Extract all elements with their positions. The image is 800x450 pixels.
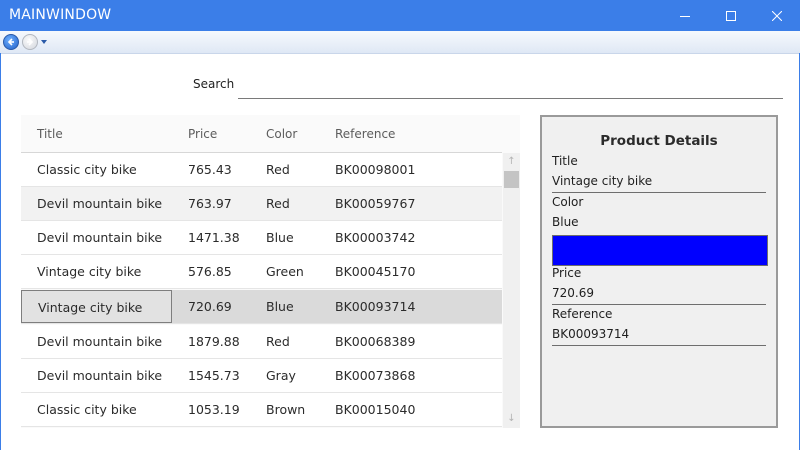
- cell-price: 1053.19: [188, 402, 240, 417]
- table-row-selected[interactable]: Vintage city bike 720.69 Blue BK00093714: [21, 290, 502, 324]
- window-titlebar[interactable]: MAINWINDOW: [0, 0, 800, 31]
- cell-color: Red: [266, 162, 290, 177]
- maximize-icon: [726, 10, 736, 21]
- cell-price: 1879.88: [188, 334, 240, 349]
- window-title: MAINWINDOW: [9, 7, 112, 23]
- back-button[interactable]: [3, 34, 19, 50]
- grid-header: Title Price Color Reference: [21, 115, 502, 153]
- cell-color: Green: [266, 264, 304, 279]
- grid-vertical-scrollbar[interactable]: ↑ ↓: [503, 153, 520, 428]
- details-title-value[interactable]: Vintage city bike: [552, 171, 766, 193]
- details-title-label: Title: [552, 154, 578, 168]
- scroll-thumb[interactable]: [504, 171, 519, 188]
- window-border-left: [0, 53, 1, 450]
- close-button[interactable]: [754, 0, 800, 31]
- cell-title: Devil mountain bike: [37, 230, 163, 245]
- cell-color: Red: [266, 334, 290, 349]
- back-arrow-icon: [7, 38, 14, 46]
- cell-color: Brown: [266, 402, 306, 417]
- cell-reference: BK00059767: [335, 196, 416, 211]
- cell-title: Devil mountain bike: [37, 334, 163, 349]
- column-header-color[interactable]: Color: [266, 127, 297, 141]
- details-color-label: Color: [552, 195, 584, 209]
- column-header-price[interactable]: Price: [188, 127, 217, 141]
- cell-title: Devil mountain bike: [37, 196, 163, 211]
- details-price-value[interactable]: 720.69: [552, 283, 766, 305]
- cell-title: Vintage city bike: [21, 290, 172, 323]
- table-row[interactable]: Devil mountain bike 1879.88 Red BK000683…: [21, 325, 502, 359]
- table-row[interactable]: Classic city bike 1053.19 Brown BK000150…: [21, 393, 502, 427]
- cell-reference: BK00015040: [335, 402, 416, 417]
- cell-price: 1545.73: [188, 368, 240, 383]
- cell-price: 720.69: [188, 299, 232, 314]
- search-label: Search: [193, 77, 235, 91]
- close-icon: [772, 10, 782, 21]
- forward-button[interactable]: [22, 34, 38, 50]
- details-reference-label: Reference: [552, 307, 613, 321]
- cell-reference: BK00093714: [335, 299, 416, 314]
- cell-reference: BK00098001: [335, 162, 416, 177]
- cell-price: 765.43: [188, 162, 232, 177]
- cell-color: Red: [266, 196, 290, 211]
- details-price-label: Price: [552, 266, 582, 280]
- cell-price: 1471.38: [188, 230, 240, 245]
- column-header-title[interactable]: Title: [37, 127, 63, 141]
- cell-title: Classic city bike: [37, 402, 137, 417]
- minimize-icon: [680, 15, 690, 17]
- cell-color: Blue: [266, 230, 294, 245]
- cell-color: Gray: [266, 368, 296, 383]
- table-row[interactable]: Devil mountain bike 1471.38 Blue BK00003…: [21, 221, 502, 255]
- search-input[interactable]: [238, 73, 783, 99]
- details-reference-value[interactable]: BK00093714: [552, 324, 766, 346]
- forward-arrow-icon: [27, 38, 34, 46]
- minimize-button[interactable]: [662, 0, 708, 31]
- details-heading: Product Details: [600, 133, 718, 149]
- cell-title: Vintage city bike: [37, 264, 142, 279]
- cell-price: 576.85: [188, 264, 232, 279]
- table-row[interactable]: Devil mountain bike 1545.73 Gray BK00073…: [21, 359, 502, 393]
- cell-price: 763.97: [188, 196, 232, 211]
- table-row[interactable]: Devil mountain bike 763.97 Red BK0005976…: [21, 187, 502, 221]
- cell-reference: BK00068389: [335, 334, 416, 349]
- scroll-down-icon[interactable]: ↓: [503, 410, 520, 427]
- cell-reference: BK00045170: [335, 264, 416, 279]
- chevron-down-icon[interactable]: [41, 40, 47, 44]
- column-header-reference[interactable]: Reference: [335, 127, 395, 141]
- cell-title: Classic city bike: [37, 162, 137, 177]
- navigation-bar: [0, 31, 800, 54]
- cell-reference: BK00073868: [335, 368, 416, 383]
- product-grid[interactable]: Title Price Color Reference Classic city…: [21, 115, 520, 428]
- table-row[interactable]: Vintage city bike 576.85 Green BK0004517…: [21, 255, 502, 289]
- cell-reference: BK00003742: [335, 230, 416, 245]
- details-color-value[interactable]: Blue: [552, 212, 766, 234]
- color-swatch: [552, 235, 768, 266]
- cell-color: Blue: [266, 299, 294, 314]
- cell-title: Devil mountain bike: [37, 368, 163, 383]
- maximize-button[interactable]: [708, 0, 754, 31]
- scroll-up-icon[interactable]: ↑: [503, 153, 520, 170]
- table-row[interactable]: Classic city bike 765.43 Red BK00098001: [21, 153, 502, 187]
- product-details-panel: Product Details Title Vintage city bike …: [540, 115, 778, 428]
